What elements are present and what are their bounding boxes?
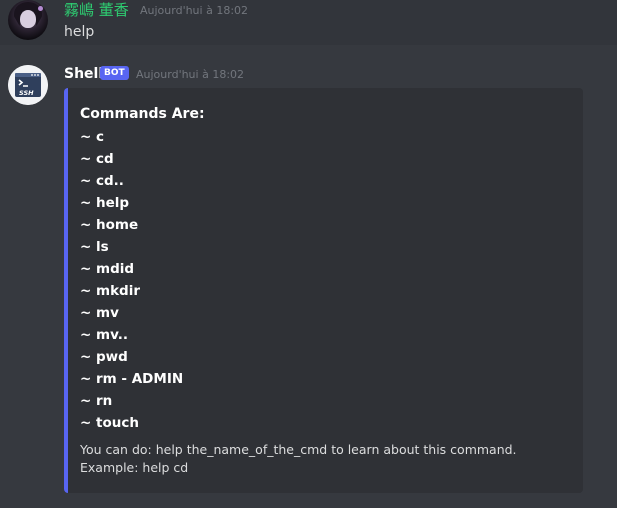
- bot-timestamp: Aujourd'hui à 18:02: [136, 68, 245, 81]
- avatar-face: [20, 10, 36, 28]
- user-username[interactable]: 霧嶋 董香: [64, 0, 129, 20]
- command-list: ~ c ~ cd ~ cd.. ~ help ~ home ~ ls ~ mdi…: [80, 126, 183, 434]
- command-item: ~ cd..: [80, 173, 124, 189]
- command-item: ~ help: [80, 195, 130, 211]
- avatar-accent: [38, 6, 43, 11]
- command-item: ~ ls: [80, 239, 109, 255]
- command-item: ~ touch: [80, 415, 139, 431]
- user-message: 霧嶋 董香 Aujourd'hui à 18:02 help: [0, 0, 617, 45]
- command-item: ~ mkdir: [80, 283, 141, 299]
- command-item: ~ cd: [80, 151, 114, 167]
- command-item: ~ c: [80, 129, 105, 145]
- terminal-icon: SSH: [8, 65, 48, 105]
- embed-footer: You can do: help the_name_of_the_cmd to …: [80, 442, 517, 475]
- user-timestamp: Aujourd'hui à 18:02: [140, 4, 249, 17]
- command-item: ~ home: [80, 217, 139, 233]
- help-embed: Commands Are: ~ c ~ cd ~ cd.. ~ help ~ h…: [64, 88, 583, 493]
- command-item: ~ pwd: [80, 349, 128, 365]
- command-item: ~ rn: [80, 393, 113, 409]
- command-item: ~ rm - ADMIN: [80, 371, 184, 387]
- bot-avatar[interactable]: SSH: [8, 65, 48, 105]
- user-avatar[interactable]: [8, 0, 48, 40]
- command-item: ~ mv: [80, 305, 119, 321]
- embed-title: Commands Are:: [80, 106, 205, 122]
- bot-username[interactable]: Shell: [64, 64, 103, 84]
- command-item: ~ mv..: [80, 327, 129, 343]
- bot-badge: BOT: [100, 66, 129, 80]
- user-message-text: help: [64, 24, 95, 40]
- command-item: ~ mdid: [80, 261, 135, 277]
- avatar-label: SSH: [19, 89, 34, 97]
